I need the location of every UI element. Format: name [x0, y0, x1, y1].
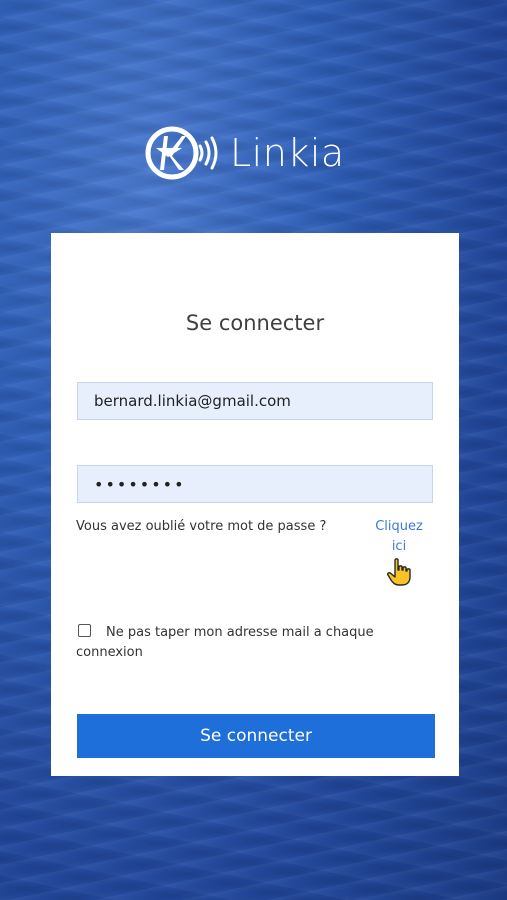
email-field[interactable] [77, 382, 433, 420]
page-title: Se connecter [185, 311, 325, 335]
remember-checkbox[interactable] [78, 624, 91, 637]
pointing-hand-icon [387, 558, 411, 586]
login-card: Se connecter Vous avez oublié votre mot … [51, 233, 459, 776]
remember-label: Ne pas taper mon adresse mail a chaque c… [76, 625, 374, 660]
linkia-k-wave-icon [145, 126, 218, 180]
brand-logo: Linkia [142, 124, 374, 182]
forgot-password-text: Vous avez oublié votre mot de passe ? [76, 519, 327, 534]
password-field[interactable] [77, 465, 433, 503]
forgot-password-link[interactable]: Cliquez ici [366, 517, 432, 557]
brand-name: Linkia [230, 131, 345, 175]
login-button[interactable]: Se connecter [77, 714, 435, 758]
remember-email-row: Ne pas taper mon adresse mail a chaque c… [76, 623, 436, 663]
